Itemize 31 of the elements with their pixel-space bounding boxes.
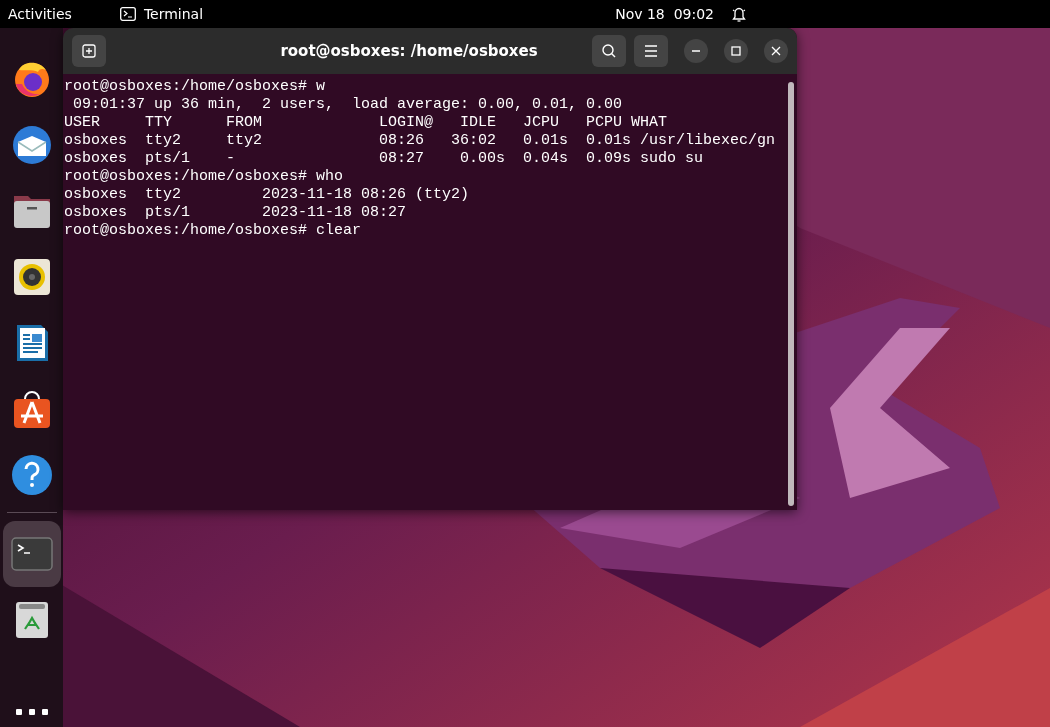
- close-icon: [771, 46, 781, 56]
- bell-icon[interactable]: [732, 6, 746, 23]
- minimize-icon: [691, 50, 701, 52]
- app-grid-icon[interactable]: [14, 707, 49, 716]
- terminal-line: osboxes pts/1 - 08:27 0.00s 0.04s 0.09s sudo su: [64, 150, 704, 168]
- activities-button[interactable]: Activities: [8, 3, 72, 25]
- terminal-line: osboxes tty2 2023-11-18 08:26 (tty2): [64, 186, 470, 204]
- window-title: root@osboxes: /home/osboxes: [279, 40, 539, 62]
- terminal-line: root@osboxes:/home/osboxes# clear: [64, 222, 362, 240]
- minimize-button[interactable]: [684, 39, 708, 63]
- mail-icon: [10, 124, 53, 166]
- scrollbar[interactable]: [788, 82, 794, 506]
- close-button[interactable]: [764, 39, 788, 63]
- terminal-line: USER TTY FROM LOGIN@ IDLE JCPU PCPU WHAT: [64, 114, 668, 132]
- search-button[interactable]: [592, 35, 626, 67]
- terminal-line: osboxes tty2 tty2 08:26 36:02 0.01s 0.01s /usr/libexec/gn: [64, 132, 776, 150]
- terminal-line: root@osboxes:/home/osboxes# w: [64, 78, 326, 96]
- new-tab-icon: [81, 43, 97, 59]
- terminal-icon: [119, 7, 136, 21]
- menu-icon: [644, 45, 658, 57]
- app-menu[interactable]: Terminal: [119, 3, 204, 25]
- help-icon: [10, 454, 53, 496]
- menu-button[interactable]: [634, 35, 668, 67]
- clock[interactable]: Nov 18 09:02: [615, 3, 714, 25]
- search-icon: [601, 43, 617, 59]
- terminal-line: root@osboxes:/home/osboxes# who: [64, 168, 344, 186]
- new-tab-button[interactable]: [72, 35, 106, 67]
- maximize-button[interactable]: [724, 39, 748, 63]
- maximize-icon: [731, 46, 741, 56]
- terminal-line: osboxes pts/1 2023-11-18 08:27: [64, 204, 407, 222]
- terminal-line: 09:01:37 up 36 min, 2 users, load average: 0.00, 0.01, 0.00: [72, 96, 623, 114]
